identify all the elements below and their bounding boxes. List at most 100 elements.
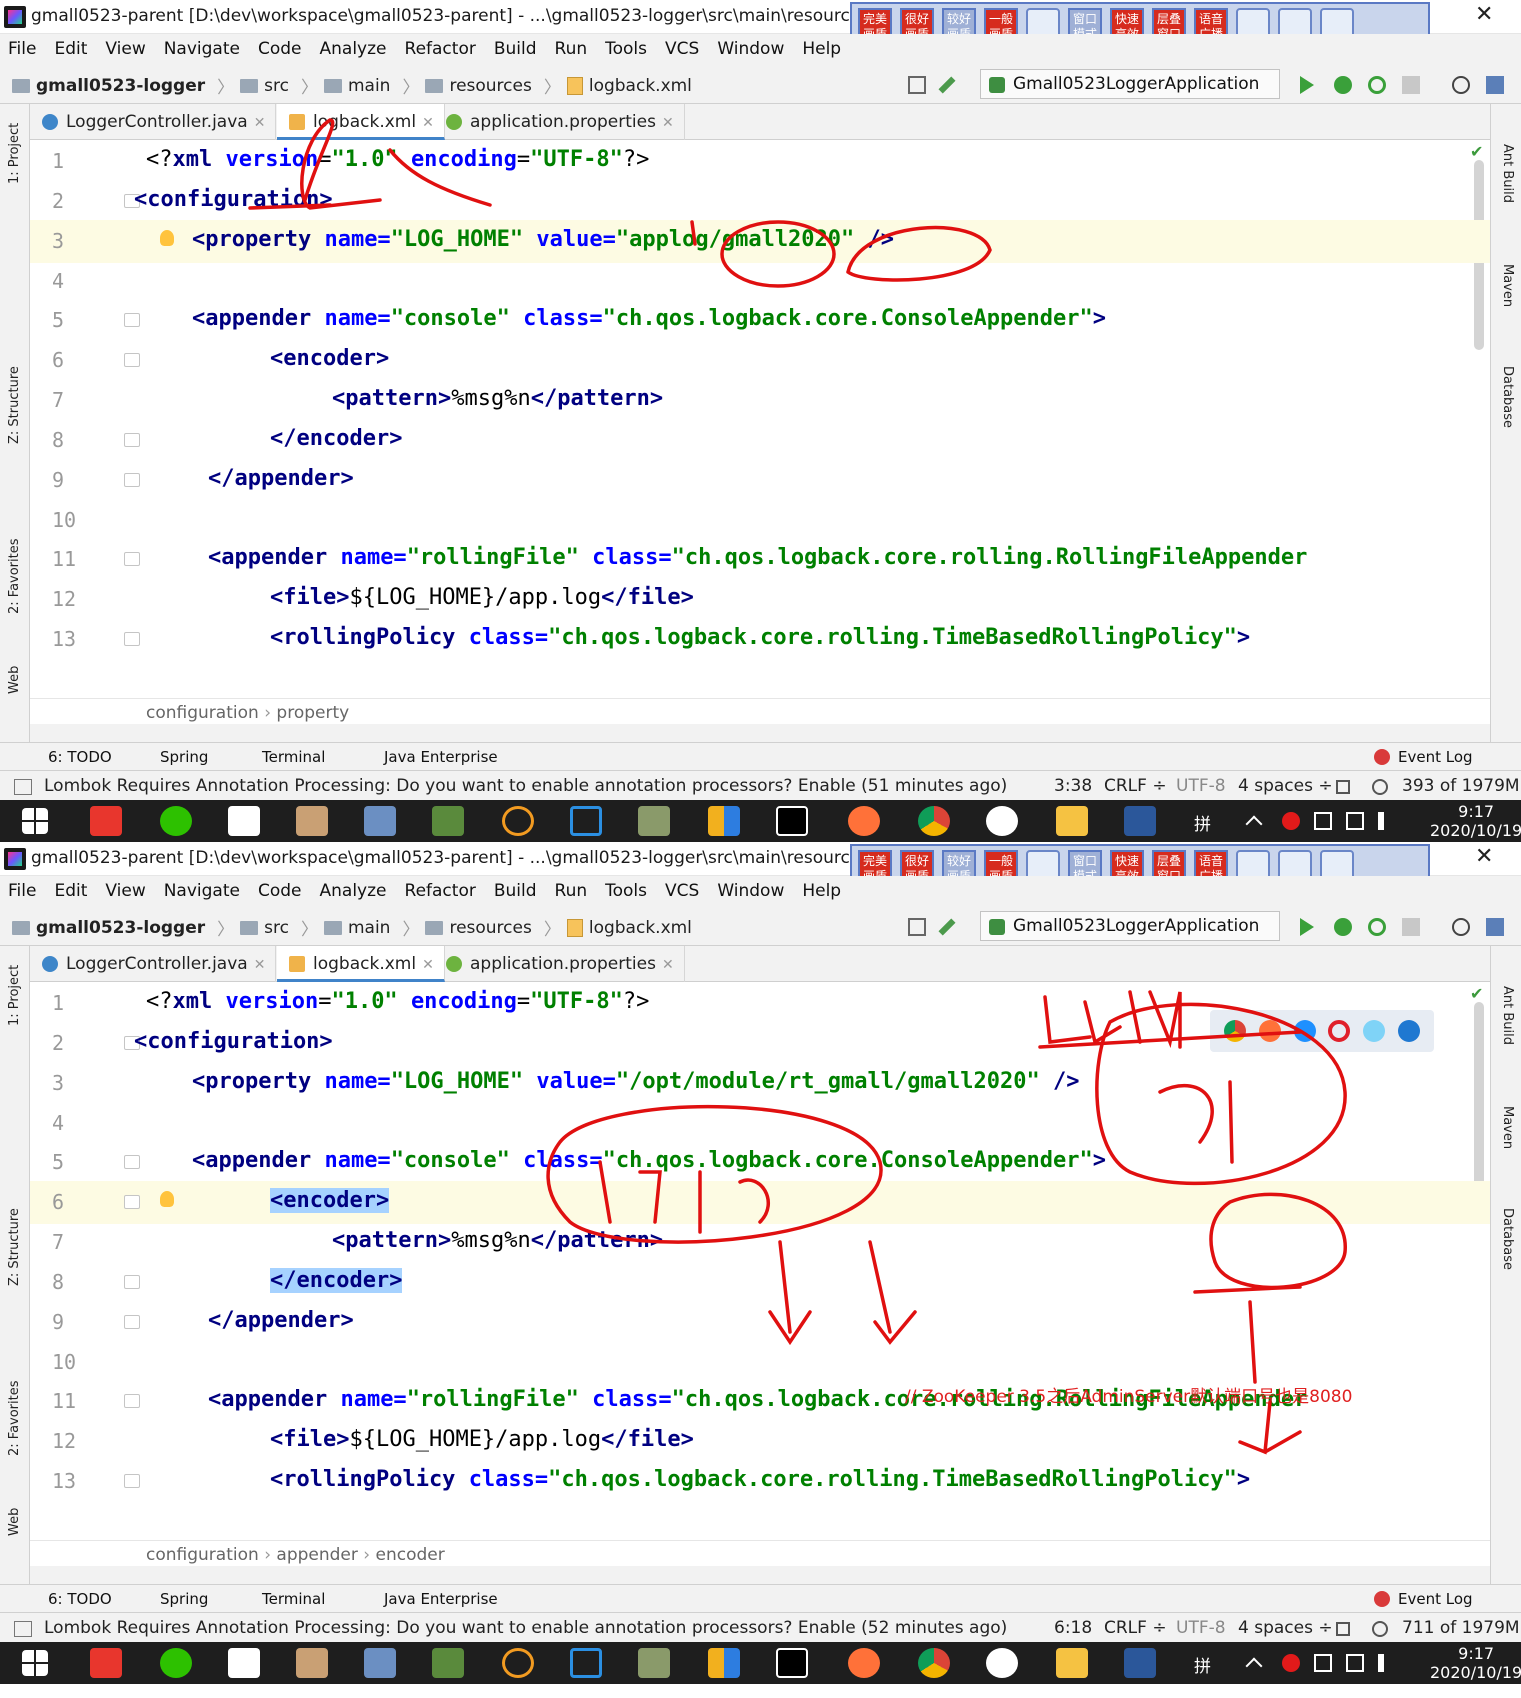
edge-icon[interactable] [1397,1020,1420,1042]
close-tab-icon[interactable]: ✕ [422,115,434,131]
breadcrumb-file[interactable]: logback.xml [566,918,692,938]
stop-icon[interactable] [1402,918,1420,936]
java-enterprise-tool[interactable]: Java Enterprise [384,748,498,766]
tool-maven[interactable]: Maven [1500,1106,1515,1149]
search-icon[interactable] [1452,76,1470,94]
memory-indicator[interactable]: 393 of 1979M [1402,776,1520,796]
tray-app-icon[interactable] [1282,1654,1300,1672]
volume-icon[interactable] [1378,1654,1396,1672]
terminal-tool[interactable]: Terminal [262,748,325,766]
baidu-netdisk-icon[interactable] [228,1648,260,1678]
tool-favorites[interactable]: 2: Favorites [7,538,22,614]
tool-maven[interactable]: Maven [1500,264,1515,307]
build-hammer-icon[interactable] [938,918,956,936]
emoji-app-icon[interactable] [986,806,1018,836]
file-encoding[interactable]: UTF-8 [1176,776,1226,796]
search-icon[interactable] [1452,918,1470,936]
start-icon[interactable] [22,808,48,834]
menu-file[interactable]: File [8,39,36,59]
ime-indicator[interactable]: 拼 [1194,1652,1211,1677]
coverage-icon[interactable] [1368,76,1386,94]
breadcrumb-module[interactable]: gmall0523-logger [12,918,205,938]
menu-navigate[interactable]: Navigate [164,881,240,901]
menu-edit[interactable]: Edit [54,881,87,901]
event-log-tool[interactable]: Event Log [1398,1590,1473,1608]
intellij-taskbar-icon[interactable] [776,1648,808,1678]
app-icon[interactable] [708,806,740,836]
chrome-icon[interactable] [918,1648,950,1678]
camtasia-icon[interactable] [432,1648,464,1678]
youdao-icon[interactable] [90,806,122,836]
avatar-app-icon[interactable] [296,806,328,836]
file-explorer-icon[interactable] [1056,806,1088,836]
breadcrumb-main[interactable]: main [323,76,390,96]
editor-crumb[interactable]: appender [276,1545,357,1565]
menu-code[interactable]: Code [258,39,302,59]
breadcrumb-src[interactable]: src [240,918,289,938]
stop-icon[interactable] [1402,76,1420,94]
tool-project[interactable]: 1: Project [7,965,22,1026]
breadcrumb-resources[interactable]: resources [425,76,532,96]
java-enterprise-tool[interactable]: Java Enterprise [384,1590,498,1608]
todo-tool[interactable]: 6: TODO [48,1590,112,1608]
tool-database[interactable]: Database [1500,1208,1515,1270]
lock-icon[interactable] [1336,1622,1350,1636]
start-icon[interactable] [22,1650,48,1676]
indent-setting[interactable]: 4 spaces ÷ [1238,776,1333,796]
breadcrumb-src[interactable]: src [240,76,289,96]
layout-icon[interactable] [908,76,926,94]
memory-indicator[interactable]: 711 of 1979M [1402,1618,1520,1638]
tab-application-properties[interactable]: application.properties ✕ [434,946,685,982]
close-tab-icon[interactable]: ✕ [662,115,674,131]
menu-vcs[interactable]: VCS [665,39,699,59]
menu-view[interactable]: View [105,39,145,59]
menu-window[interactable]: Window [717,39,784,59]
emoji-app-icon[interactable] [986,1648,1018,1678]
debug-icon[interactable] [1334,76,1352,94]
search-app-icon[interactable] [364,1648,396,1678]
menu-tools[interactable]: Tools [605,881,647,901]
close-icon[interactable]: ✕ [1475,2,1493,27]
caret-position[interactable]: 6:18 [1054,1618,1092,1638]
breadcrumb-resources[interactable]: resources [425,918,532,938]
camtasia-icon[interactable] [432,806,464,836]
avatar-app-icon[interactable] [296,1648,328,1678]
youdao-icon[interactable] [90,1648,122,1678]
caret-position[interactable]: 3:38 [1054,776,1092,796]
lightbulb-icon[interactable] [160,230,174,246]
editor-crumb[interactable]: property [276,703,349,723]
image-app-icon[interactable] [638,1648,670,1678]
firefox-icon[interactable] [848,1648,880,1678]
app-icon[interactable] [502,806,534,836]
inspector-icon[interactable] [1372,1621,1388,1637]
spring-tool[interactable]: Spring [160,748,208,766]
tab-logger-controller[interactable]: LoggerController.java ✕ [30,946,277,982]
tool-structure[interactable]: Z: Structure [7,1208,22,1286]
battery-icon[interactable] [1314,812,1332,830]
close-tab-icon[interactable]: ✕ [422,957,434,973]
tool-ant-build[interactable]: Ant Build [1500,986,1515,1045]
menu-edit[interactable]: Edit [54,39,87,59]
tool-database[interactable]: Database [1500,366,1515,428]
firefox-icon[interactable] [848,806,880,836]
run-icon[interactable] [1300,918,1314,936]
tab-logback-xml[interactable]: logback.xml ✕ [277,104,445,140]
volume-icon[interactable] [1378,812,1396,830]
battery-icon[interactable] [1314,1654,1332,1672]
menu-vcs[interactable]: VCS [665,881,699,901]
inspector-icon[interactable] [1372,779,1388,795]
tool-project[interactable]: 1: Project [7,123,22,184]
word-icon[interactable] [1124,1648,1156,1678]
ime-indicator[interactable]: 拼 [1194,810,1211,835]
menu-help[interactable]: Help [802,881,841,901]
editor-crumb[interactable]: configuration [146,703,259,723]
close-icon[interactable]: ✕ [1475,844,1493,869]
app-icon[interactable] [502,1648,534,1678]
editor-crumb[interactable]: configuration [146,1545,259,1565]
menu-view[interactable]: View [105,881,145,901]
project-structure-icon[interactable] [1486,76,1504,94]
menu-build[interactable]: Build [494,881,537,901]
close-tab-icon[interactable]: ✕ [254,115,266,131]
menu-window[interactable]: Window [717,881,784,901]
tab-logback-xml[interactable]: logback.xml ✕ [277,946,445,982]
